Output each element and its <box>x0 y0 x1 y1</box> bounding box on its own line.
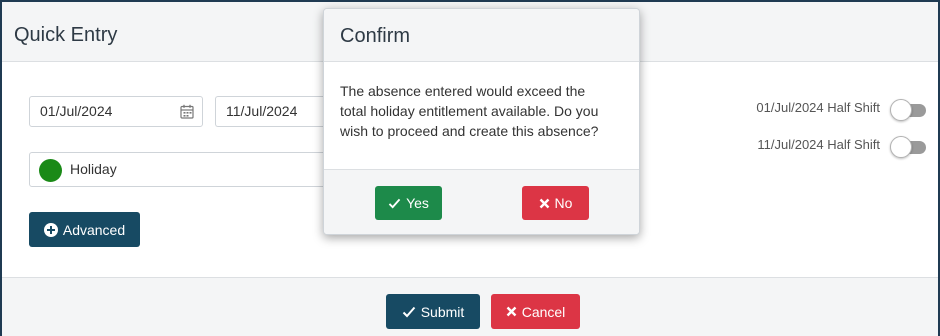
start-date-input[interactable] <box>40 103 160 119</box>
dialog-message: The absence entered would exceed the tot… <box>340 81 630 141</box>
start-date-field[interactable] <box>29 96 203 127</box>
no-button[interactable]: No <box>522 186 589 220</box>
yes-button[interactable]: Yes <box>375 186 442 220</box>
check-icon <box>388 198 401 209</box>
dialog-message-line-2: total holiday entitlement available. Do … <box>340 103 599 119</box>
dialog-message-line-1: The absence entered would exceed the <box>340 83 586 99</box>
absence-type-color-dot <box>39 159 62 182</box>
cancel-button[interactable]: Cancel <box>491 294 580 329</box>
dialog-message-line-3: wish to proceed and create this absence? <box>340 123 599 139</box>
half-shift-end-label: 11/Jul/2024 Half Shift <box>757 137 880 152</box>
check-icon <box>402 306 416 318</box>
end-date-input[interactable] <box>226 103 321 119</box>
end-date-field[interactable] <box>215 96 327 127</box>
submit-button-label: Submit <box>420 303 465 320</box>
half-shift-end-toggle[interactable] <box>890 136 928 158</box>
half-shift-start-toggle[interactable] <box>890 99 928 121</box>
dialog-footer: Yes No <box>324 169 639 234</box>
dialog-title: Confirm <box>340 25 411 47</box>
toggle-knob <box>890 136 912 158</box>
panel-title: Quick Entry <box>14 24 118 46</box>
submit-button[interactable]: Submit <box>386 294 480 329</box>
dialog-header: Confirm <box>324 9 639 62</box>
times-icon <box>539 198 550 209</box>
absence-type-label: Holiday <box>70 161 117 177</box>
yes-button-label: Yes <box>406 195 429 211</box>
calendar-icon[interactable] <box>180 104 194 119</box>
confirm-dialog: Confirm The absence entered would exceed… <box>323 8 640 235</box>
plus-circle-icon <box>43 222 58 237</box>
cancel-button-label: Cancel <box>521 303 566 320</box>
half-shift-start-label: 01/Jul/2024 Half Shift <box>756 100 880 115</box>
advanced-button-label: Advanced <box>62 221 126 238</box>
toggle-knob <box>890 99 912 121</box>
absence-type-select[interactable]: Holiday <box>29 152 329 187</box>
times-icon <box>506 306 517 317</box>
no-button-label: No <box>554 195 573 211</box>
advanced-button[interactable]: Advanced <box>29 212 140 247</box>
